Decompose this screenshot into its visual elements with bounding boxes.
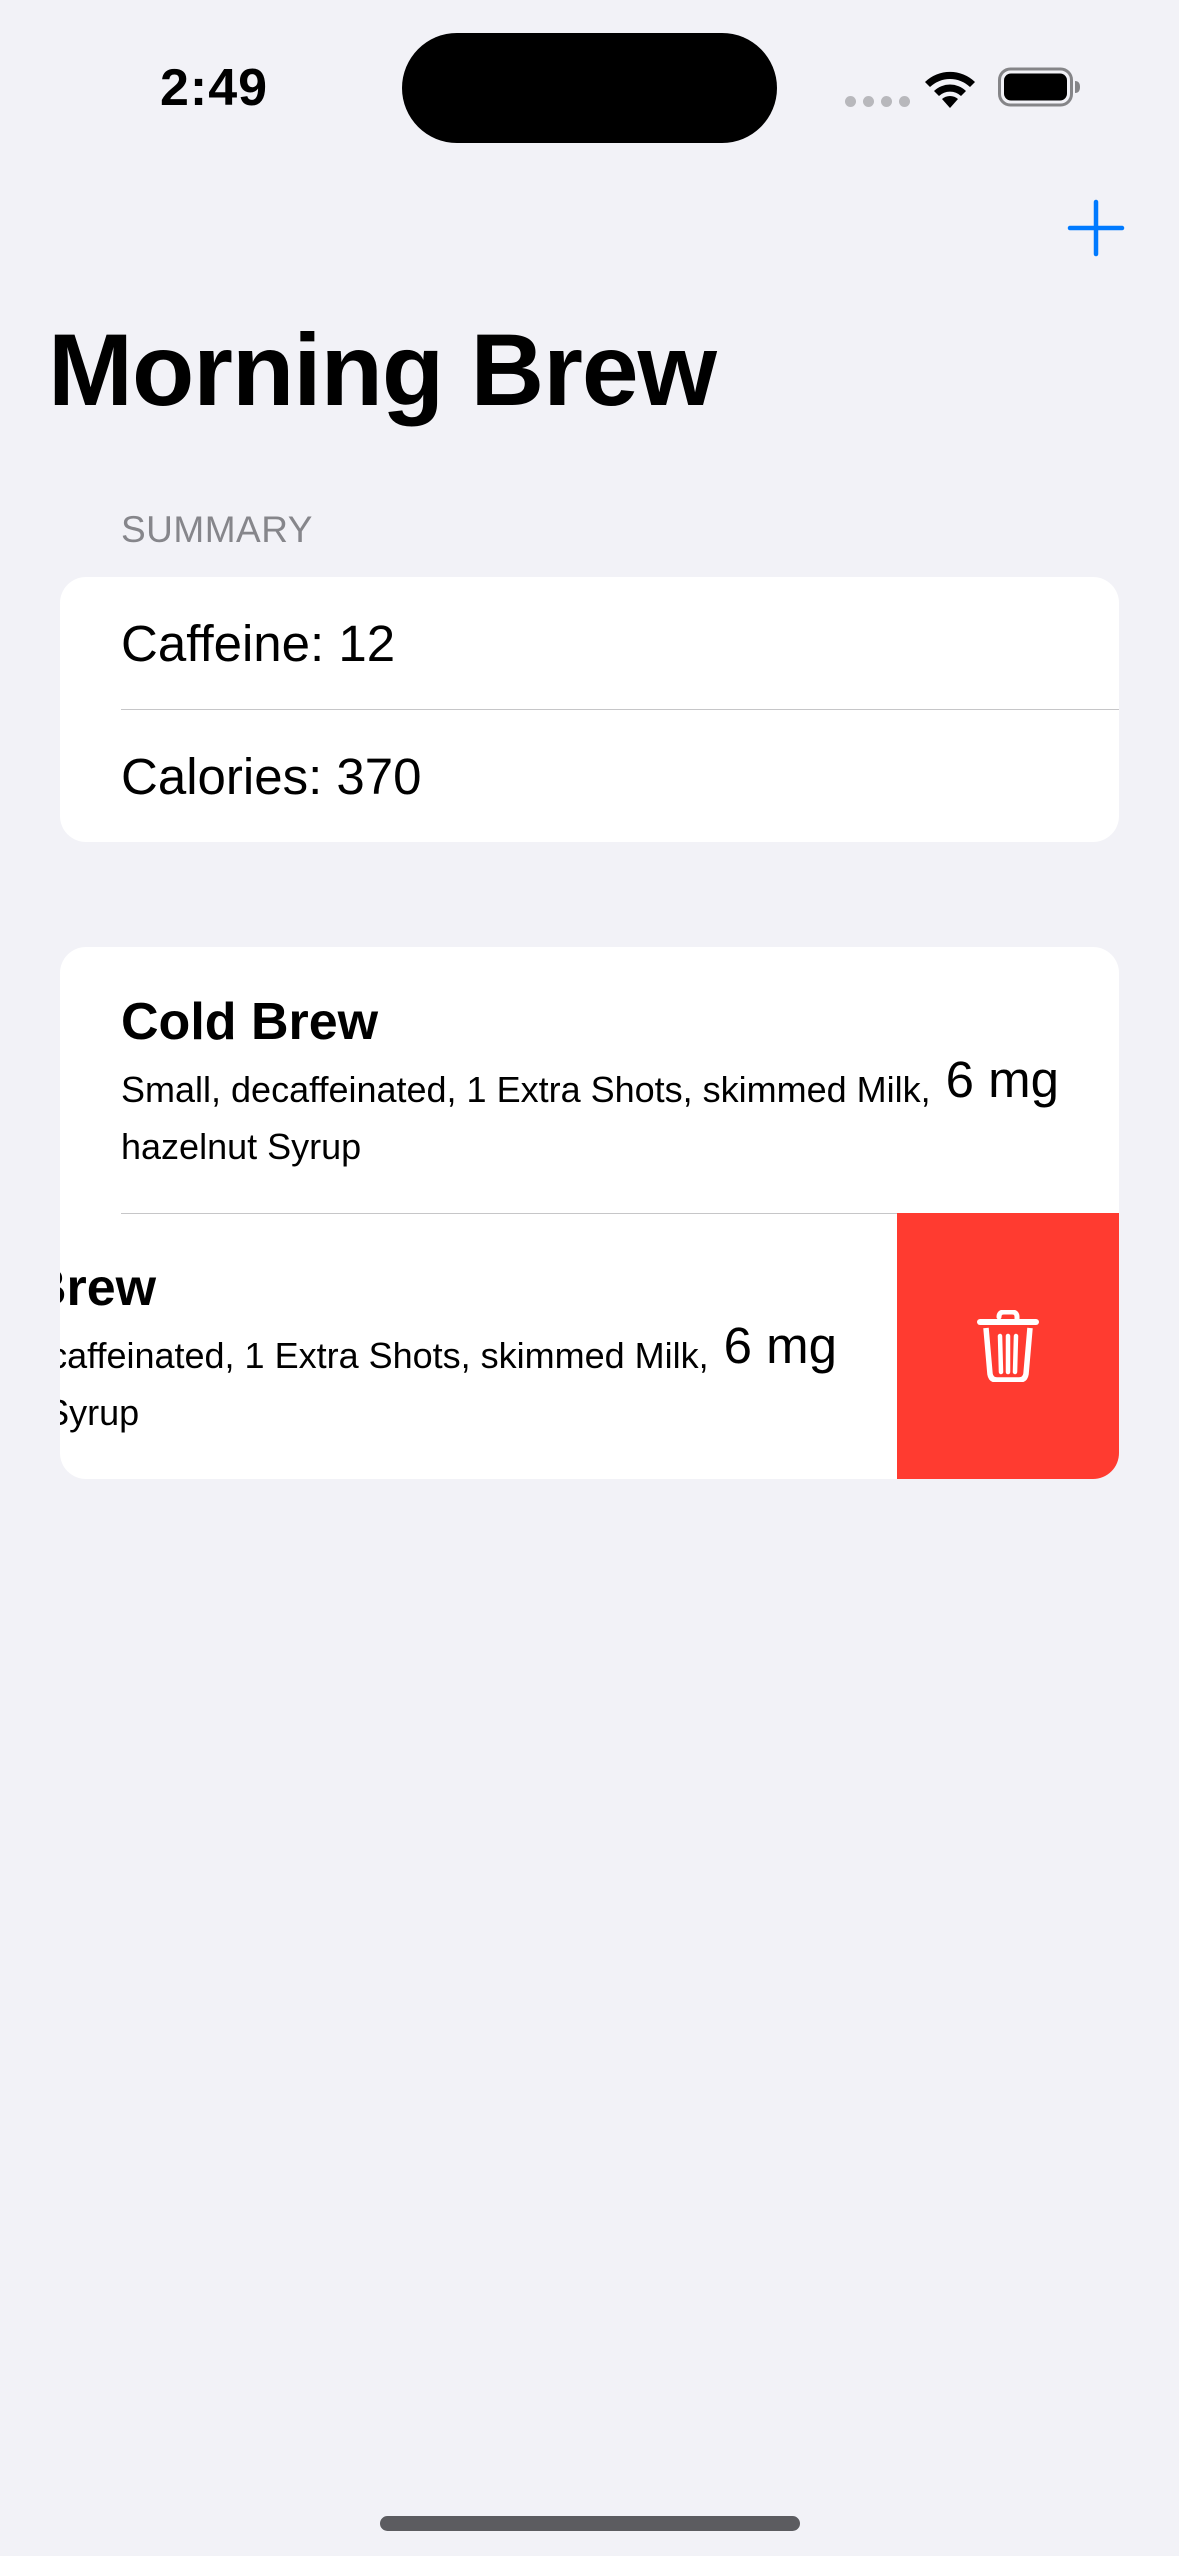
battery-icon xyxy=(998,67,1080,107)
drink-description: Small, decaffeinated, 1 Extra Shots, ski… xyxy=(121,1069,931,1167)
summary-section-header: SUMMARY xyxy=(121,509,313,550)
drink-row[interactable]: Cold Brew Small, decaffeinated, 1 Extra … xyxy=(60,947,1119,1213)
add-drink-button[interactable] xyxy=(1064,196,1128,260)
drink-row-swiped[interactable]: Cold Brew Small, decaffeinated, 1 Extra … xyxy=(60,1213,1119,1479)
drink-row-content: Cold Brew Small, decaffeinated, 1 Extra … xyxy=(60,947,1119,1213)
trash-icon xyxy=(977,1310,1039,1382)
drink-description: Small, decaffeinated, 1 Extra Shots, ski… xyxy=(60,1335,709,1433)
drink-caffeine-amount: 6 mg xyxy=(945,1051,1059,1108)
delete-button[interactable] xyxy=(897,1213,1119,1479)
drink-caffeine-amount: 6 mg xyxy=(723,1317,837,1374)
wifi-icon xyxy=(925,71,975,108)
page-title: Morning Brew xyxy=(48,313,717,427)
drink-row-content: Cold Brew Small, decaffeinated, 1 Extra … xyxy=(60,1213,897,1479)
drinks-list: Cold Brew Small, decaffeinated, 1 Extra … xyxy=(60,947,1119,1479)
summary-card: Caffeine: 12 Calories: 370 xyxy=(60,577,1119,842)
calories-summary: Calories: 370 xyxy=(121,709,1119,842)
status-time: 2:49 xyxy=(160,59,269,117)
dynamic-island xyxy=(402,33,777,143)
home-indicator[interactable] xyxy=(380,2516,800,2531)
drink-name: Cold Brew xyxy=(60,1259,157,1317)
caffeine-summary: Caffeine: 12 xyxy=(121,614,396,672)
drink-name: Cold Brew xyxy=(121,993,379,1051)
cellular-signal-icon xyxy=(845,96,910,107)
